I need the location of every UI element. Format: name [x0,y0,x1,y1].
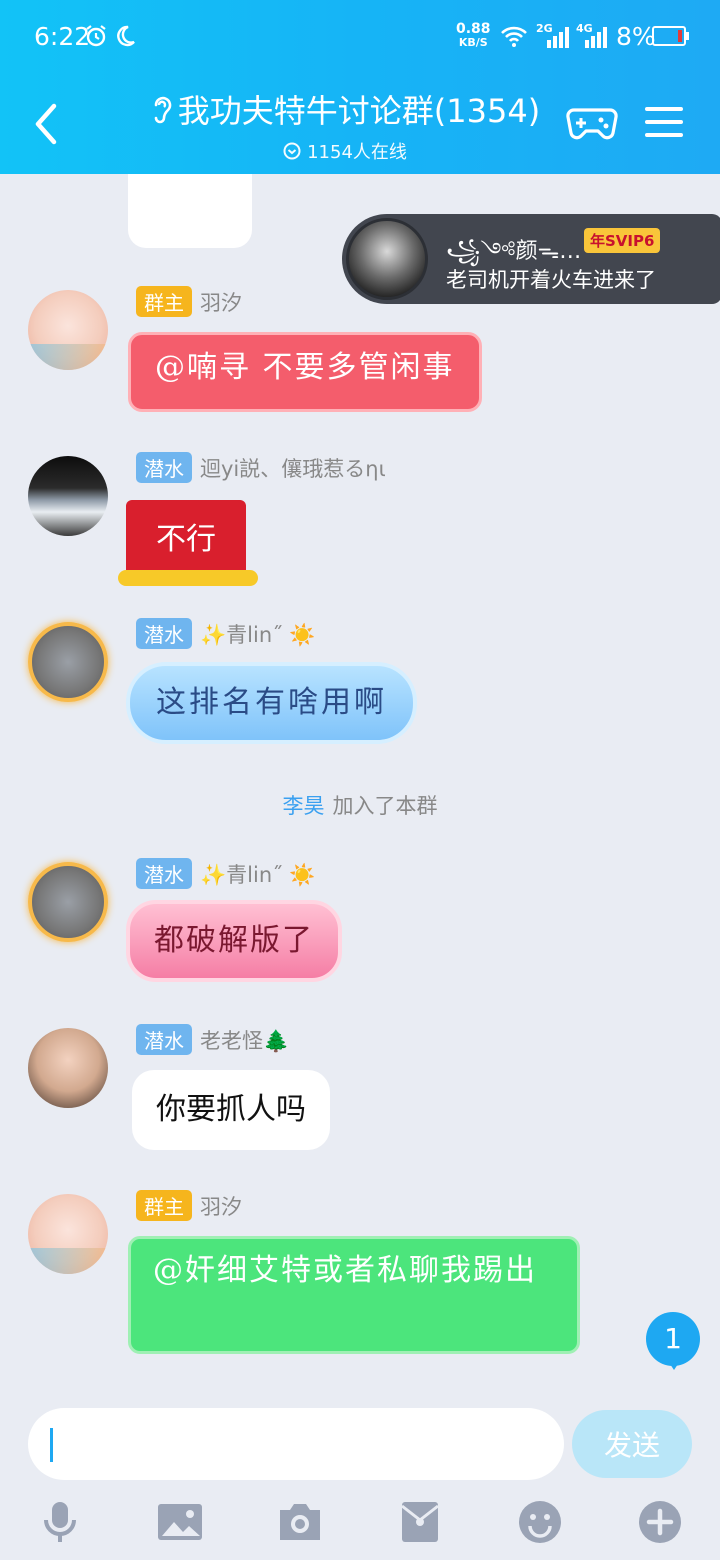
battery-percent: 8% [616,22,656,51]
role-badge: 潜水 [136,452,192,483]
chat-title-block[interactable]: 我功夫特牛讨论群(1354) 1154人在线 [130,86,560,164]
input-bar: 发送 [0,1390,720,1560]
alarm-icon [86,25,106,47]
previous-message-bubble[interactable] [128,174,252,248]
net-speed-value: 0.88 [456,21,491,37]
status-bar: 6:22 0.88 KB/S 2G 4G 8% [0,0,720,74]
message-bubble[interactable]: 你要抓人吗 [132,1070,330,1150]
camera-icon[interactable] [276,1498,324,1546]
input-toolbar [0,1494,720,1550]
message-input[interactable] [28,1408,564,1480]
sender-name[interactable]: ✨青lin˝ ☀️ [200,859,315,889]
red-packet-icon[interactable] [396,1498,444,1546]
svip-badge: 年SVIP6 [584,228,661,253]
message-bubble-sticker[interactable]: 不行 [118,500,258,586]
vip-join-banner[interactable]: ꧁༺颜ᯓ… 年SVIP6 老司机开着火车进来了 [342,214,720,304]
vip-avatar[interactable] [346,218,428,300]
signal-2g-icon [547,27,569,48]
battery-icon [652,26,686,46]
sender-name[interactable]: 迴yi説、儴珴惹るηι [200,453,386,483]
role-badge: 潜水 [136,1024,192,1055]
wifi-icon [501,26,527,47]
sender-name[interactable]: 羽汐 [200,287,242,317]
message-bubble[interactable]: @奸细艾特或者私聊我踢出 [128,1236,580,1354]
net-speed-unit: KB/S [458,36,488,49]
image-icon[interactable] [156,1498,204,1546]
avatar[interactable] [28,1194,108,1274]
vip-join-text: 老司机开着火车进来了 [446,268,656,292]
battery-cap [686,32,689,40]
role-badge: 群主 [136,286,192,317]
sender-name[interactable]: 老老怪🌲 [200,1025,289,1055]
message-sender: 群主 羽汐 [136,286,242,317]
online-icon [283,142,301,160]
net-speed: 0.88 KB/S [456,22,491,50]
online-count-text: 1154人在线 [307,142,407,163]
role-badge: 潜水 [136,858,192,889]
message-sender: 潜水 ✨青lin˝ ☀️ [136,618,315,649]
avatar[interactable] [28,1028,108,1108]
system-join-notice: 李昊 加入了本群 [0,790,720,820]
chat-title: 我功夫特牛讨论群(1354) [150,86,540,132]
message-sender: 潜水 迴yi説、儴珴惹るηι [136,452,386,483]
message-sender: 群主 羽汐 [136,1190,242,1221]
menu-icon[interactable] [644,104,684,140]
avatar[interactable] [28,622,108,702]
sender-name[interactable]: 羽汐 [200,1191,242,1221]
plus-icon[interactable] [636,1498,684,1546]
message-bubble[interactable]: 都破解版了 [126,900,342,982]
chat-title-text: 我功夫特牛讨论群(1354) [177,92,541,130]
game-controller-icon[interactable] [566,100,618,144]
role-badge: 潜水 [136,618,192,649]
avatar[interactable] [28,862,108,942]
system-notice-text: 加入了本群 [332,794,438,818]
app-header: 6:22 0.88 KB/S 2G 4G 8% 我功夫特牛讨论群(1354) 1… [0,0,720,174]
chat-area[interactable]: ꧁༺颜ᯓ… 年SVIP6 老司机开着火车进来了 群主 羽汐 @喃寻 不要多管闲事… [0,174,720,1390]
ear-icon [154,96,172,124]
text-caret [50,1428,53,1462]
signal-4g-icon [585,27,607,48]
status-left-icons [84,24,136,48]
role-badge: 群主 [136,1190,192,1221]
joined-user-name[interactable]: 李昊 [283,794,325,818]
avatar[interactable] [28,290,108,370]
message-bubble[interactable]: 这排名有啥用啊 [126,662,417,744]
microphone-icon[interactable] [36,1498,84,1546]
online-count: 1154人在线 [283,138,407,164]
message-sender: 潜水 老老怪🌲 [136,1024,289,1055]
moon-icon [117,25,135,47]
status-time: 6:22 [34,22,91,51]
back-button[interactable] [28,100,68,148]
sender-name[interactable]: ✨青lin˝ ☀️ [200,619,315,649]
emoji-icon[interactable] [516,1498,564,1546]
send-button[interactable]: 发送 [572,1410,692,1478]
message-sender: 潜水 ✨青lin˝ ☀️ [136,858,315,889]
avatar[interactable] [28,456,108,536]
message-bubble[interactable]: @喃寻 不要多管闲事 [128,332,482,412]
unread-count-badge[interactable]: 1 [646,1312,700,1370]
